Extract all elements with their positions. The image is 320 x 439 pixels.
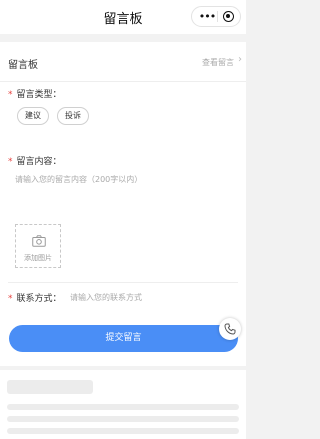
skeleton-bar — [7, 428, 239, 434]
divider — [0, 81, 246, 82]
skeleton-placeholder — [0, 370, 246, 439]
view-messages-link[interactable]: 查看留言 — [202, 57, 234, 68]
add-image-label: 添加图片 — [24, 254, 52, 262]
board-title: 留言板 — [8, 60, 38, 71]
message-type-label: * 留言类型： — [8, 87, 62, 100]
add-image-button[interactable]: 添加图片 — [15, 224, 61, 268]
skeleton-bar — [7, 404, 239, 410]
contact-input[interactable]: 请输入您的联系方式 — [70, 292, 142, 303]
camera-icon — [32, 235, 46, 247]
message-content-label-text: 留言内容： — [16, 157, 62, 167]
skeleton-bar — [7, 416, 239, 422]
required-mark: * — [8, 90, 13, 100]
contact-label-text: 联系方式： — [16, 294, 62, 304]
skeleton-bar — [7, 380, 93, 394]
divider — [8, 282, 238, 283]
message-content-label: * 留言内容： — [8, 154, 62, 167]
message-content-textarea[interactable]: 请输入您的留言内容（200字以内） — [15, 174, 142, 185]
target-icon[interactable] — [223, 11, 234, 22]
contact-label: * 联系方式： — [8, 291, 62, 304]
required-mark: * — [8, 157, 13, 167]
required-mark: * — [8, 294, 13, 304]
phone-float-button[interactable] — [219, 318, 241, 340]
type-chip-suggestion[interactable]: 建议 — [17, 107, 49, 125]
chevron-right-icon: › — [238, 54, 242, 65]
phone-icon — [224, 323, 236, 335]
mini-program-capsule: ••• — [191, 6, 241, 27]
more-dots-icon[interactable]: ••• — [198, 9, 216, 24]
navigation-bar: 留言板 ••• — [0, 0, 246, 34]
submit-message-button[interactable]: 提交留言 — [9, 325, 238, 352]
message-type-label-text: 留言类型： — [16, 90, 62, 100]
type-chip-complaint[interactable]: 投诉 — [57, 107, 89, 125]
capsule-divider — [217, 11, 218, 22]
